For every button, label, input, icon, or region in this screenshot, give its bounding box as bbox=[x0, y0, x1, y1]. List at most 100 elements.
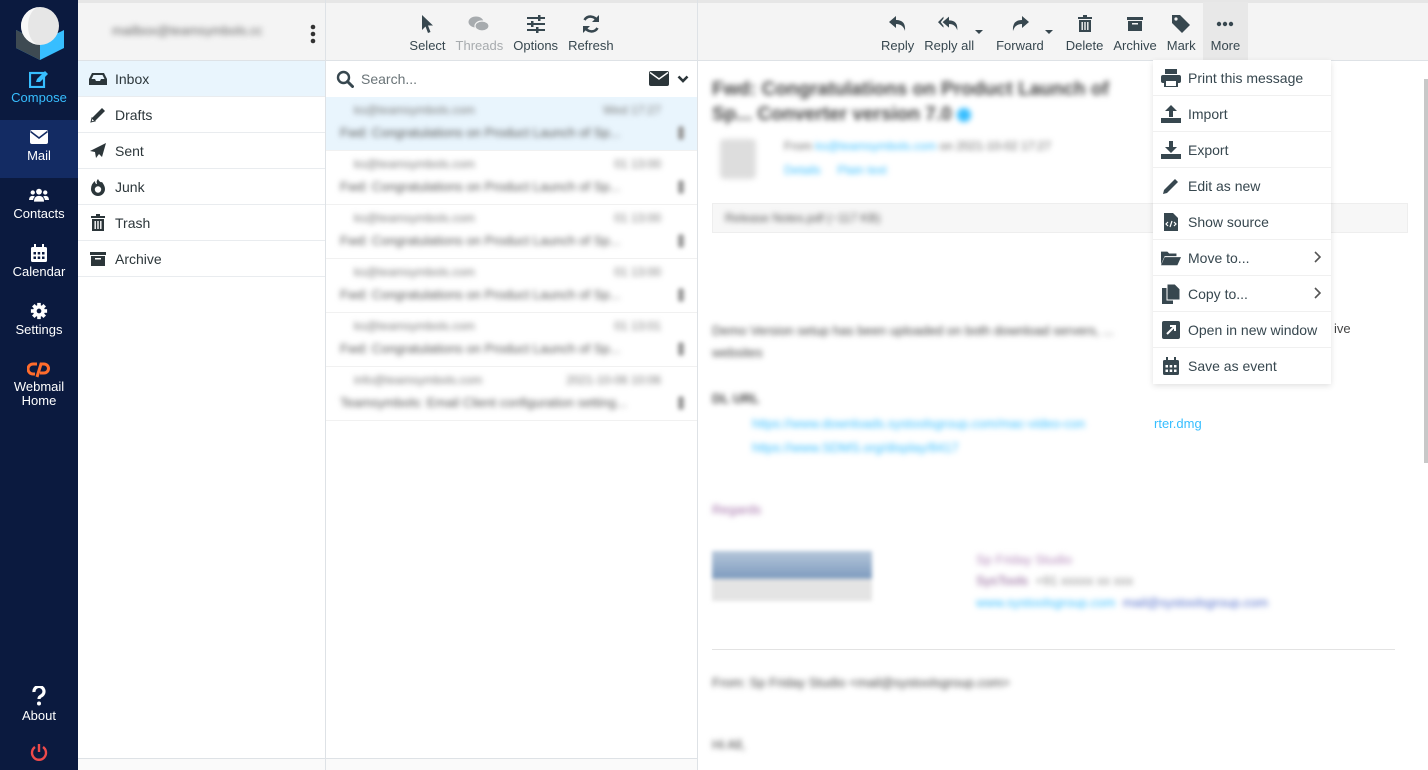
plain-text-link[interactable]: Plain text bbox=[837, 163, 886, 177]
search-bar bbox=[326, 61, 697, 97]
sender-address[interactable]: ks@teamsymbols.com bbox=[815, 139, 936, 153]
menu-item-save-as-event[interactable]: Save as event bbox=[1153, 348, 1331, 384]
menu-item-label: Open in new window bbox=[1188, 321, 1318, 338]
menu-item-print[interactable]: Print this message bbox=[1153, 60, 1331, 96]
menu-item-open-new-window[interactable]: Open in new window bbox=[1153, 312, 1331, 348]
reply-button[interactable]: Reply bbox=[876, 13, 919, 60]
folder-label: Trash bbox=[115, 214, 151, 231]
nav-settings[interactable]: Settings bbox=[0, 294, 78, 352]
paper-plane-icon bbox=[90, 142, 106, 158]
menu-item-export[interactable]: Export bbox=[1153, 132, 1331, 168]
nav-calendar-label: Calendar bbox=[12, 264, 66, 279]
menu-item-label: Show source bbox=[1188, 213, 1269, 230]
message-subject: Fwd: Congratulations on Product Launch o… bbox=[340, 179, 621, 194]
menu-item-edit-as-new[interactable]: Edit as new bbox=[1153, 168, 1331, 204]
download-link-1-tail[interactable]: rter.dmg bbox=[1154, 416, 1202, 431]
delete-button[interactable]: Delete bbox=[1061, 13, 1109, 60]
refresh-button[interactable]: Refresh bbox=[563, 13, 619, 60]
roundcube-logo[interactable] bbox=[14, 6, 66, 60]
search-input[interactable] bbox=[361, 71, 611, 87]
calendar-icon bbox=[31, 244, 47, 262]
message-row[interactable]: info@teamsymbols.com 2021-10-06 10:06 Te… bbox=[326, 367, 697, 421]
reply-all-label: Reply all bbox=[924, 38, 975, 53]
list-footer bbox=[326, 758, 697, 770]
more-menu: Print this message Import Export Edit as… bbox=[1153, 60, 1331, 384]
options-button[interactable]: Options bbox=[508, 13, 563, 60]
threads-button[interactable]: Threads bbox=[451, 13, 509, 60]
copy-icon bbox=[1162, 283, 1180, 304]
download-link-2[interactable]: https://www.SDMS.org/display/8417 bbox=[752, 440, 959, 455]
folder-junk[interactable]: Junk bbox=[78, 169, 325, 205]
nav-webmail-home[interactable]: Webmail Home bbox=[0, 352, 78, 414]
forward-dropdown-caret[interactable] bbox=[1044, 30, 1053, 34]
message-list-panel: Select Threads Options Refresh Search...… bbox=[326, 0, 698, 770]
question-icon bbox=[32, 686, 46, 706]
nav-contacts[interactable]: Contacts bbox=[0, 178, 78, 236]
webmail-app: Compose Mail Contacts Calendar Settings … bbox=[0, 0, 1428, 770]
select-label: Select bbox=[409, 38, 446, 53]
menu-item-show-source[interactable]: Show source bbox=[1153, 204, 1331, 240]
select-button[interactable]: Select bbox=[404, 13, 450, 60]
reading-pane-scrollbar[interactable] bbox=[1424, 61, 1428, 770]
pencil-icon bbox=[1163, 178, 1178, 194]
folder-archive[interactable]: Archive bbox=[78, 241, 325, 277]
dl-heading: DL URL bbox=[712, 391, 760, 406]
trash-icon bbox=[91, 213, 105, 231]
kebab-menu-icon[interactable] bbox=[309, 23, 317, 45]
attachment-icon bbox=[678, 180, 684, 194]
reply-all-button[interactable]: Reply all bbox=[919, 13, 979, 60]
nav-mail[interactable]: Mail bbox=[0, 120, 78, 178]
archive-button[interactable]: Archive bbox=[1108, 13, 1161, 60]
more-button[interactable]: More bbox=[1202, 2, 1249, 60]
quoted-greeting: Hi All, bbox=[712, 737, 746, 752]
chevron-down-icon[interactable] bbox=[677, 74, 689, 84]
archive-icon bbox=[90, 251, 106, 266]
message-row[interactable]: ks@teamsymbols.com Wed 17:27 Fwd: Congra… bbox=[326, 97, 697, 151]
nav-calendar[interactable]: Calendar bbox=[0, 236, 78, 294]
message-from: ks@teamsymbols.com bbox=[354, 319, 475, 333]
folder-label: Junk bbox=[115, 178, 145, 195]
flag-icon[interactable] bbox=[956, 107, 971, 122]
folder-label: Inbox bbox=[115, 70, 150, 87]
nav-about[interactable]: About bbox=[0, 678, 78, 736]
more-label: More bbox=[1210, 38, 1241, 53]
envelope-icon bbox=[30, 130, 48, 144]
menu-item-label: Copy to... bbox=[1188, 285, 1248, 302]
message-toolbar: Reply Reply all Forward Delete Archive M… bbox=[698, 0, 1428, 61]
search-icon[interactable] bbox=[336, 70, 354, 88]
message-date: 2021-10-06 10:06 bbox=[566, 373, 661, 387]
mark-label: Mark bbox=[1166, 38, 1196, 53]
message-row[interactable]: ks@teamsymbols.com 01 13:01 Fwd: Congrat… bbox=[326, 313, 697, 367]
folder-drafts[interactable]: Drafts bbox=[78, 97, 325, 133]
nav-compose[interactable]: Compose bbox=[0, 62, 78, 120]
body-line-2: websites bbox=[712, 345, 763, 360]
message-subject: Fwd: Congratulations on Product Launch o… bbox=[340, 125, 621, 140]
message-row[interactable]: ks@teamsymbols.com 01 13:00 Fwd: Congrat… bbox=[326, 151, 697, 205]
menu-item-label: Export bbox=[1188, 141, 1229, 158]
message-date: 01 13:00 bbox=[614, 265, 661, 279]
mark-button[interactable]: Mark bbox=[1162, 13, 1201, 60]
menu-item-move-to[interactable]: Move to... bbox=[1153, 240, 1331, 276]
envelope-filter-icon[interactable] bbox=[649, 71, 669, 86]
message-row[interactable]: ks@teamsymbols.com 01 13:00 Fwd: Congrat… bbox=[326, 205, 697, 259]
message-subject: Teamsymbols: Email Client configuration … bbox=[340, 395, 627, 410]
menu-item-copy-to[interactable]: Copy to... bbox=[1153, 276, 1331, 312]
reply-all-dropdown-caret[interactable] bbox=[975, 30, 984, 34]
signature-company: SysTools +91 xxxxx xx xxx bbox=[976, 573, 1134, 588]
message-from: ks@teamsymbols.com bbox=[354, 103, 475, 117]
nav-logout[interactable] bbox=[0, 738, 78, 768]
compose-icon bbox=[29, 71, 48, 88]
message-date: Wed 17:27 bbox=[603, 103, 661, 117]
signature-logo bbox=[712, 551, 872, 601]
menu-item-import[interactable]: Import bbox=[1153, 96, 1331, 132]
folder-inbox[interactable]: Inbox bbox=[78, 61, 325, 97]
download-link-1[interactable]: https://www.downloads.systoolsgroup.com/… bbox=[752, 416, 1085, 431]
folder-trash[interactable]: Trash bbox=[78, 205, 325, 241]
folder-sent[interactable]: Sent bbox=[78, 133, 325, 169]
message-date: 01 13:00 bbox=[614, 211, 661, 225]
scrollbar-thumb[interactable] bbox=[1424, 79, 1428, 463]
message-row[interactable]: ks@teamsymbols.com 01 13:00 Fwd: Congrat… bbox=[326, 259, 697, 313]
forward-button[interactable]: Forward bbox=[991, 13, 1049, 60]
details-link[interactable]: Details bbox=[784, 163, 821, 177]
body-line-1: Demo Version setup has been uploaded on … bbox=[712, 323, 1114, 338]
